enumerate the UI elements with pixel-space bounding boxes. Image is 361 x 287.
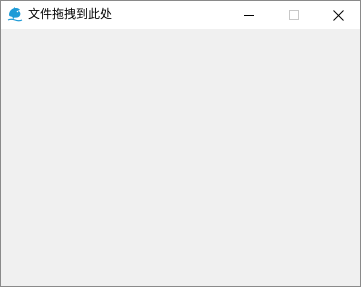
app-window: 文件拖拽到此处	[0, 0, 361, 287]
maximize-icon	[288, 10, 299, 20]
close-button[interactable]	[316, 1, 361, 29]
minimize-icon	[243, 10, 254, 20]
maximize-button[interactable]	[271, 1, 316, 29]
minimize-button[interactable]	[226, 1, 271, 29]
window-title: 文件拖拽到此处	[28, 7, 113, 21]
file-drop-area[interactable]	[1, 29, 360, 286]
close-icon	[333, 9, 344, 21]
dolphin-app-icon[interactable]	[7, 6, 23, 22]
title-bar[interactable]: 文件拖拽到此处	[1, 1, 360, 29]
